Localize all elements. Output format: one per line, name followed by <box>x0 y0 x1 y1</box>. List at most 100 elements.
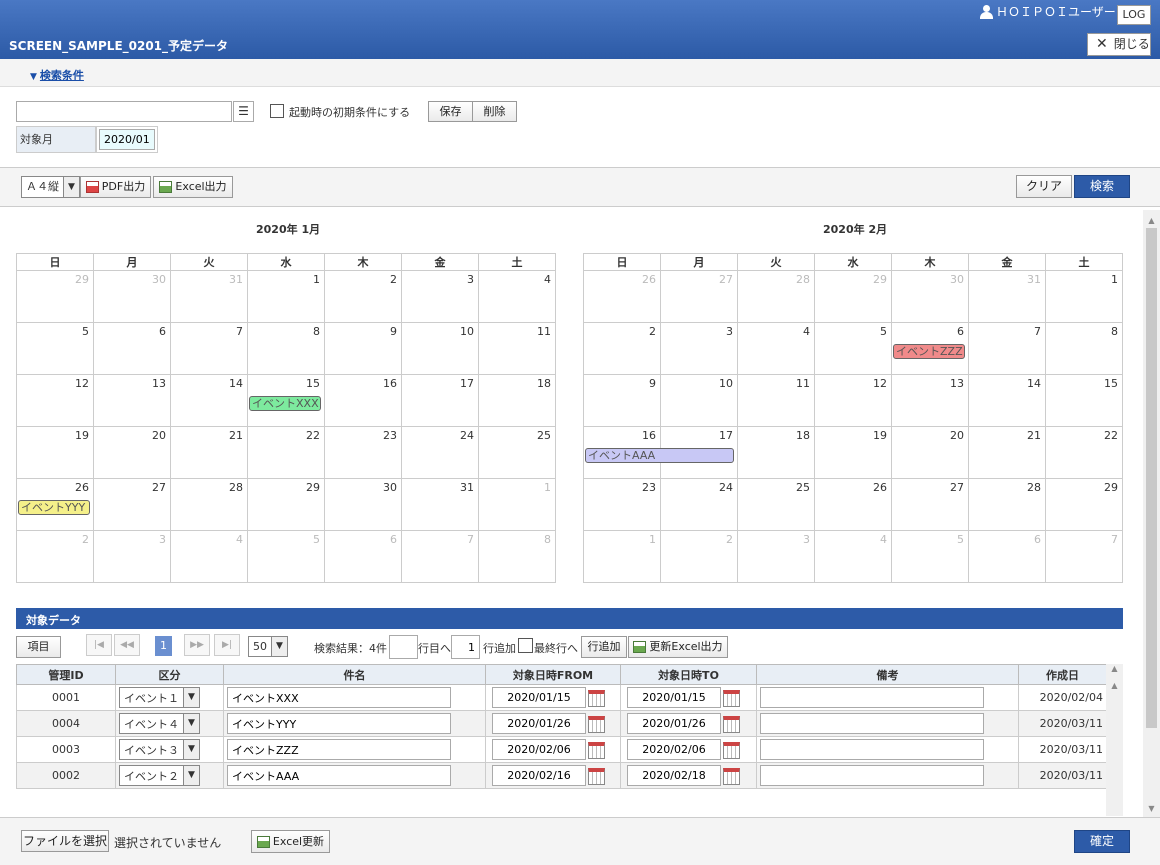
note-input[interactable] <box>760 739 984 760</box>
calendar-day-cell[interactable]: 30 <box>93 270 171 323</box>
calendar-day-cell[interactable]: 29 <box>814 270 892 323</box>
calendar-day-cell[interactable]: 3 <box>93 530 171 583</box>
pdf-export-button[interactable]: PDF出力 <box>80 176 151 198</box>
to-date-input[interactable] <box>627 687 721 708</box>
calendar-day-cell[interactable]: 15 <box>1045 374 1123 427</box>
excel-update-button[interactable]: Excel更新 <box>251 830 330 853</box>
calendar-day-cell[interactable]: 15 イベントXXX <box>247 374 325 427</box>
calendar-event[interactable]: イベントZZZ <box>893 344 965 359</box>
calendar-day-cell[interactable]: 6 <box>324 530 402 583</box>
calendar-day-cell[interactable]: 5 <box>247 530 325 583</box>
calendar-day-cell[interactable]: 26 <box>583 270 661 323</box>
goto-row-input[interactable] <box>389 635 418 659</box>
calendar-day-cell[interactable]: 4 <box>814 530 892 583</box>
table-row[interactable]: 0001 イベント１ ▼ 2020/02/04 <box>16 684 1107 711</box>
startup-checkbox[interactable] <box>270 104 284 118</box>
calendar-day-cell[interactable]: 31 <box>170 270 248 323</box>
calendar-day-cell[interactable]: 10 <box>401 322 479 375</box>
column-header[interactable]: 件名 <box>223 664 486 685</box>
paper-size-select[interactable]: Ａ４縦 ▼ <box>21 176 80 198</box>
calendar-day-cell[interactable]: 23 <box>324 426 402 479</box>
calendar-day-cell[interactable]: 16 イベントAAA <box>583 426 734 479</box>
calendar-day-cell[interactable]: 2 <box>324 270 402 323</box>
calendar-day-cell[interactable]: 31 <box>401 478 479 531</box>
calendar-day-cell[interactable]: 5 <box>891 530 969 583</box>
calendar-icon[interactable] <box>723 741 740 759</box>
from-date-input[interactable] <box>492 713 586 734</box>
name-input[interactable] <box>227 713 451 734</box>
table-row[interactable]: 0002 イベント２ ▼ 2020/03/11 <box>16 762 1107 789</box>
note-input[interactable] <box>760 713 984 734</box>
column-header[interactable]: 備考 <box>756 664 1019 685</box>
current-page[interactable]: 1 <box>155 636 172 656</box>
calendar-day-cell[interactable]: 22 <box>1045 426 1123 479</box>
calendar-day-cell[interactable]: 2 <box>16 530 94 583</box>
last-row-checkbox[interactable] <box>518 638 533 653</box>
first-page-icon[interactable]: |◀ <box>86 634 112 656</box>
calendar-day-cell[interactable]: 10 <box>660 374 738 427</box>
calendar-day-cell[interactable]: 19 <box>814 426 892 479</box>
save-button[interactable]: 保存 <box>428 101 473 122</box>
calendar-day-cell[interactable]: 14 <box>170 374 248 427</box>
calendar-day-cell[interactable]: 8 <box>247 322 325 375</box>
page-scroll-thumb[interactable] <box>1146 228 1157 728</box>
table-row[interactable]: 0004 イベント４ ▼ 2020/03/11 <box>16 710 1107 737</box>
add-row-button[interactable]: 行追加 <box>581 636 627 658</box>
calendar-day-cell[interactable]: 2 <box>583 322 661 375</box>
calendar-day-cell[interactable]: 18 <box>737 426 815 479</box>
calendar-day-cell[interactable]: 7 <box>401 530 479 583</box>
calendar-day-cell[interactable]: 7 <box>968 322 1046 375</box>
calendar-day-cell[interactable]: 27 <box>891 478 969 531</box>
close-button[interactable]: ✕ 閉じる <box>1087 33 1151 56</box>
calendar-day-cell[interactable]: 7 <box>1045 530 1123 583</box>
calendar-day-cell[interactable]: 20 <box>891 426 969 479</box>
calendar-day-cell[interactable]: 18 <box>478 374 556 427</box>
calendar-day-cell[interactable]: 12 <box>814 374 892 427</box>
calendar-event[interactable]: イベントYYY <box>18 500 90 515</box>
calendar-day-cell[interactable]: 11 <box>478 322 556 375</box>
calendar-day-cell[interactable]: 29 <box>247 478 325 531</box>
calendar-day-cell[interactable]: 12 <box>16 374 94 427</box>
calendar-day-cell[interactable]: 2 <box>660 530 738 583</box>
calendar-day-cell[interactable]: 24 <box>660 478 738 531</box>
column-header[interactable]: 管理ID <box>16 664 116 685</box>
column-header[interactable]: 作成日 <box>1018 664 1107 685</box>
clear-button[interactable]: クリア <box>1016 175 1072 198</box>
calendar-day-cell[interactable]: 17 <box>660 426 738 479</box>
calendar-icon[interactable] <box>588 689 605 707</box>
calendar-day-cell[interactable]: 28 <box>737 270 815 323</box>
prev-page-icon[interactable]: ◀◀ <box>114 634 140 656</box>
calendar-day-cell[interactable]: 1 <box>1045 270 1123 323</box>
calendar-icon[interactable] <box>588 741 605 759</box>
calendar-day-cell[interactable]: 1 <box>478 478 556 531</box>
calendar-day-cell[interactable]: 31 <box>968 270 1046 323</box>
calendar-day-cell[interactable]: 3 <box>737 530 815 583</box>
calendar-day-cell[interactable]: 4 <box>737 322 815 375</box>
calendar-day-cell[interactable]: 26 イベントYYY <box>16 478 94 531</box>
calendar-day-cell[interactable]: 20 <box>93 426 171 479</box>
per-page-select[interactable]: 50 ▼ <box>248 636 288 657</box>
calendar-day-cell[interactable]: 8 <box>1045 322 1123 375</box>
calendar-day-cell[interactable]: 6 <box>93 322 171 375</box>
calendar-day-cell[interactable]: 5 <box>814 322 892 375</box>
items-button[interactable]: 項目 <box>16 636 61 658</box>
column-header[interactable]: 区分 <box>115 664 224 685</box>
kind-select[interactable]: イベント４ ▼ <box>119 713 200 734</box>
calendar-day-cell[interactable]: 23 <box>583 478 661 531</box>
calendar-day-cell[interactable]: 17 <box>401 374 479 427</box>
calendar-day-cell[interactable]: 3 <box>660 322 738 375</box>
note-input[interactable] <box>760 687 984 708</box>
name-input[interactable] <box>227 739 451 760</box>
file-select-button[interactable]: ファイルを選択 <box>21 830 109 852</box>
search-conditions-toggle[interactable]: ▼ 検索条件 <box>30 67 84 83</box>
update-excel-button[interactable]: 更新Excel出力 <box>628 636 728 658</box>
target-month-input[interactable] <box>99 129 155 150</box>
calendar-day-cell[interactable]: 6 <box>968 530 1046 583</box>
calendar-icon[interactable] <box>723 767 740 785</box>
name-input[interactable] <box>227 765 451 786</box>
grid-scrollbar[interactable]: ▲ ▲ <box>1106 664 1123 816</box>
column-header[interactable]: 対象日時TO <box>620 664 757 685</box>
calendar-day-cell[interactable]: 30 <box>324 478 402 531</box>
calendar-day-cell[interactable]: 4 <box>170 530 248 583</box>
calendar-icon[interactable] <box>723 689 740 707</box>
